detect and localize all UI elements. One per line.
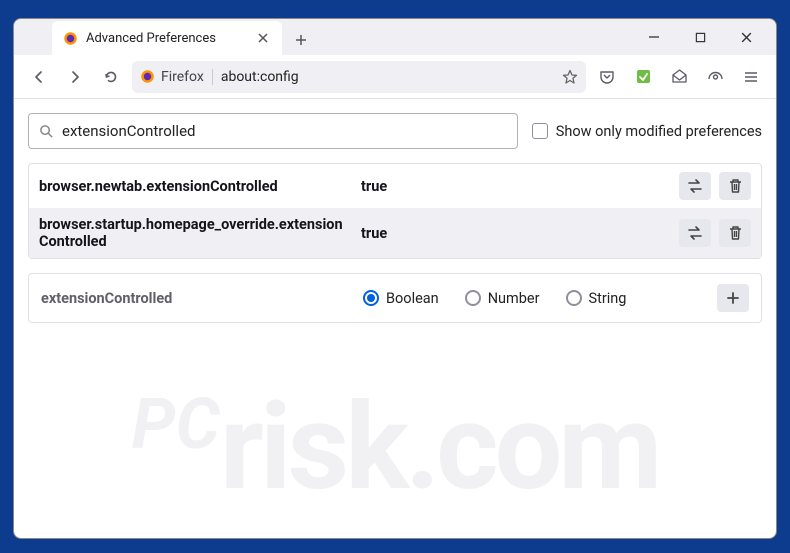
identity-label: Firefox [161,69,204,85]
pocket-button[interactable] [592,62,622,92]
toggle-button[interactable] [679,172,711,200]
radio-icon [566,290,582,306]
add-pref-button[interactable] [717,284,749,312]
checkbox-icon [532,123,548,139]
back-button[interactable] [24,62,54,92]
bookmark-star-icon[interactable] [562,69,578,85]
show-modified-checkbox[interactable]: Show only modified preferences [532,123,762,140]
type-radios: Boolean Number String [363,290,705,307]
radio-icon [465,290,481,306]
radio-label: Number [488,290,540,307]
delete-button[interactable] [719,219,751,247]
radio-string[interactable]: String [566,290,627,307]
radio-boolean[interactable]: Boolean [363,290,439,307]
close-tab-icon[interactable] [254,29,272,47]
close-window-button[interactable] [734,25,758,49]
search-icon [39,124,54,139]
maximize-button[interactable] [688,25,712,49]
forward-button[interactable] [60,62,90,92]
browser-window: Advanced Preferences Firefox about:confi… [13,18,777,539]
pref-name: browser.startup.homepage_override.extens… [39,216,349,250]
pref-name: browser.newtab.extensionControlled [39,178,349,195]
new-tab-button[interactable] [286,25,316,55]
menu-button[interactable] [736,62,766,92]
radio-number[interactable]: Number [465,290,540,307]
firefox-icon [140,69,155,84]
pref-row[interactable]: browser.newtab.extensionControlled true [29,164,761,208]
radio-icon [363,290,379,306]
account-button[interactable] [700,62,730,92]
extension-button[interactable] [628,62,658,92]
tab-advanced-preferences[interactable]: Advanced Preferences [52,21,282,55]
navigation-toolbar: Firefox about:config [14,55,776,99]
preference-list: browser.newtab.extensionControlled true … [28,163,762,259]
delete-button[interactable] [719,172,751,200]
pref-value: true [361,225,667,242]
identity-box[interactable]: Firefox [140,69,213,85]
search-value: extensionControlled [62,122,507,140]
toggle-button[interactable] [679,219,711,247]
show-modified-label: Show only modified preferences [556,123,762,140]
tab-title: Advanced Preferences [86,31,254,46]
firefox-favicon [62,30,78,46]
minimize-button[interactable] [642,25,666,49]
url-text: about:config [221,69,554,85]
inbox-button[interactable] [664,62,694,92]
reload-button[interactable] [96,62,126,92]
pref-value: true [361,178,667,195]
add-pref-name: extensionControlled [41,290,351,307]
about-config-content: extensionControlled Show only modified p… [14,99,776,538]
search-row: extensionControlled Show only modified p… [28,113,762,149]
tab-bar: Advanced Preferences [14,19,776,55]
add-pref-row: extensionControlled Boolean Number Strin… [28,273,762,323]
url-bar[interactable]: Firefox about:config [132,61,586,93]
pref-actions [679,219,751,247]
search-input[interactable]: extensionControlled [28,113,518,149]
pref-row[interactable]: browser.startup.homepage_override.extens… [29,208,761,258]
radio-label: String [589,290,627,307]
pref-actions [679,172,751,200]
watermark: PCrisk.com [132,378,659,518]
window-controls [642,19,768,55]
radio-label: Boolean [386,290,439,307]
